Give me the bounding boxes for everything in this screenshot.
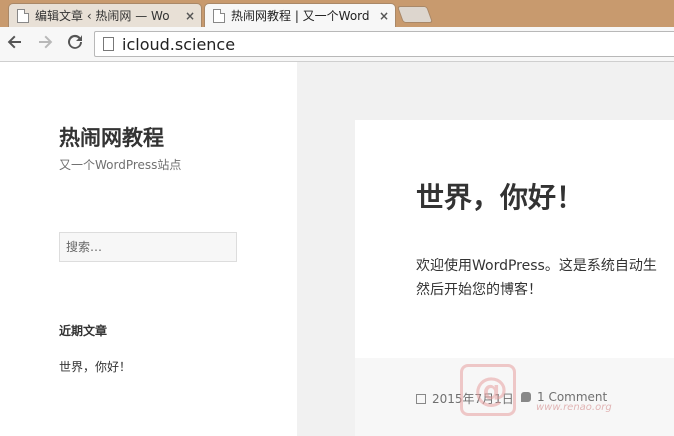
browser-toolbar: icloud.science bbox=[0, 27, 674, 62]
tab-label: 编辑文章 ‹ 热闹网 — Wo bbox=[35, 9, 170, 23]
back-button[interactable] bbox=[4, 33, 26, 55]
watermark-text: www.renao.org bbox=[536, 402, 612, 413]
at-icon: @ bbox=[474, 370, 508, 410]
post-content-line: 欢迎使用WordPress。这是系统自动生 bbox=[416, 258, 657, 274]
post-content: 欢迎使用WordPress。这是系统自动生 然后开始您的博客！ bbox=[416, 254, 674, 302]
close-icon[interactable]: × bbox=[185, 9, 195, 23]
recent-posts-heading: 近期文章 bbox=[59, 324, 108, 338]
page-icon bbox=[103, 37, 114, 51]
page-icon bbox=[213, 8, 225, 23]
recent-post-link[interactable]: 世界，你好！ bbox=[59, 358, 131, 375]
site-title[interactable]: 热闹网教程 bbox=[59, 122, 164, 152]
post-title[interactable]: 世界，你好！ bbox=[416, 176, 584, 216]
tab-edit-post[interactable]: 编辑文章 ‹ 热闹网 — Wo × bbox=[8, 3, 202, 27]
sidebar: 热闹网教程 又一个WordPress站点 近期文章 世界，你好！ bbox=[0, 62, 297, 436]
calendar-icon bbox=[416, 393, 426, 404]
reload-icon bbox=[68, 34, 82, 49]
search-input[interactable] bbox=[59, 232, 237, 262]
tab-strip: 编辑文章 ‹ 热闹网 — Wo × 热闹网教程 | 又一个Word × bbox=[0, 0, 674, 27]
new-tab-button[interactable] bbox=[396, 6, 434, 23]
page-content: 热闹网教程 又一个WordPress站点 近期文章 世界，你好！ 世界，你好！ … bbox=[0, 62, 674, 436]
page-icon bbox=[17, 8, 29, 23]
arrow-left-icon bbox=[7, 35, 21, 49]
tab-site-home[interactable]: 热闹网教程 | 又一个Word × bbox=[204, 3, 396, 27]
watermark: @ www.renao.org bbox=[460, 362, 620, 422]
url-text: icloud.science bbox=[122, 34, 236, 54]
address-bar[interactable]: icloud.science bbox=[94, 31, 674, 57]
forward-button[interactable] bbox=[34, 33, 56, 55]
tab-label: 热闹网教程 | 又一个Word bbox=[231, 9, 370, 23]
site-description: 又一个WordPress站点 bbox=[59, 158, 182, 172]
post-content-line: 然后开始您的博客！ bbox=[416, 282, 542, 298]
reload-button[interactable] bbox=[64, 33, 86, 55]
close-icon[interactable]: × bbox=[379, 9, 389, 23]
arrow-right-icon bbox=[39, 35, 53, 49]
